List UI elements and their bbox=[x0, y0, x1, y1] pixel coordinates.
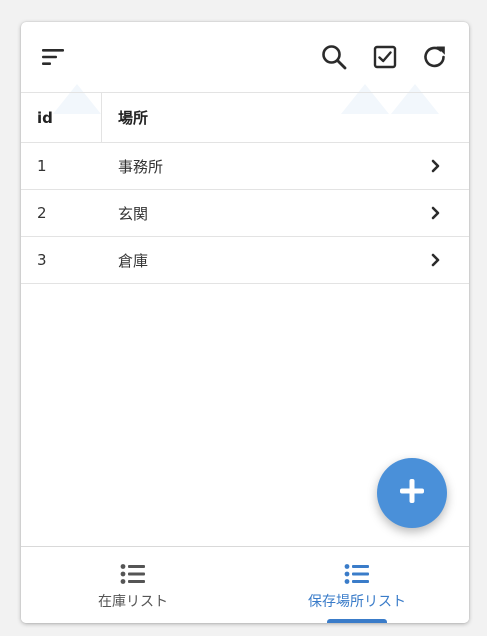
sort-button[interactable] bbox=[37, 41, 69, 73]
row-place: 玄関 bbox=[118, 204, 149, 223]
list-icon bbox=[120, 563, 146, 585]
search-icon bbox=[321, 44, 347, 70]
table-header-row: id 場所 bbox=[21, 92, 469, 142]
app-window: id 場所 1 事務所 2 玄関 3 倉庫 在庫リスト 保存場所リスト bbox=[21, 22, 469, 623]
row-place: 事務所 bbox=[118, 157, 164, 176]
row-place: 倉庫 bbox=[118, 251, 149, 270]
refresh-button[interactable] bbox=[419, 41, 451, 73]
location-table: id 場所 1 事務所 2 玄関 3 倉庫 bbox=[21, 92, 469, 284]
row-id: 3 bbox=[37, 251, 47, 269]
chevron-right-icon[interactable] bbox=[429, 206, 443, 220]
nav-label: 保存場所リスト bbox=[308, 594, 406, 610]
active-tab-indicator bbox=[327, 619, 387, 623]
sort-icon bbox=[41, 47, 65, 67]
list-icon bbox=[344, 563, 370, 585]
nav-item-inventory-list[interactable]: 在庫リスト bbox=[21, 547, 245, 623]
refresh-icon bbox=[422, 44, 448, 70]
chevron-right-icon[interactable] bbox=[429, 253, 443, 267]
nav-label: 在庫リスト bbox=[98, 594, 168, 610]
select-button[interactable] bbox=[369, 41, 401, 73]
table-row[interactable]: 3 倉庫 bbox=[21, 236, 469, 284]
check-square-icon bbox=[373, 45, 397, 69]
add-location-button[interactable] bbox=[377, 458, 447, 528]
column-header-place[interactable]: 場所 bbox=[102, 107, 469, 128]
nav-item-storage-location-list[interactable]: 保存場所リスト bbox=[245, 547, 469, 623]
chevron-right-icon[interactable] bbox=[429, 159, 443, 173]
row-id: 2 bbox=[37, 204, 47, 222]
toolbar bbox=[21, 22, 469, 92]
row-id: 1 bbox=[37, 157, 47, 175]
table-row[interactable]: 2 玄関 bbox=[21, 189, 469, 236]
plus-icon bbox=[397, 476, 427, 510]
search-button[interactable] bbox=[318, 41, 350, 73]
table-row[interactable]: 1 事務所 bbox=[21, 142, 469, 189]
bottom-navigation: 在庫リスト 保存場所リスト bbox=[21, 546, 469, 623]
column-header-id[interactable]: id bbox=[21, 93, 102, 142]
